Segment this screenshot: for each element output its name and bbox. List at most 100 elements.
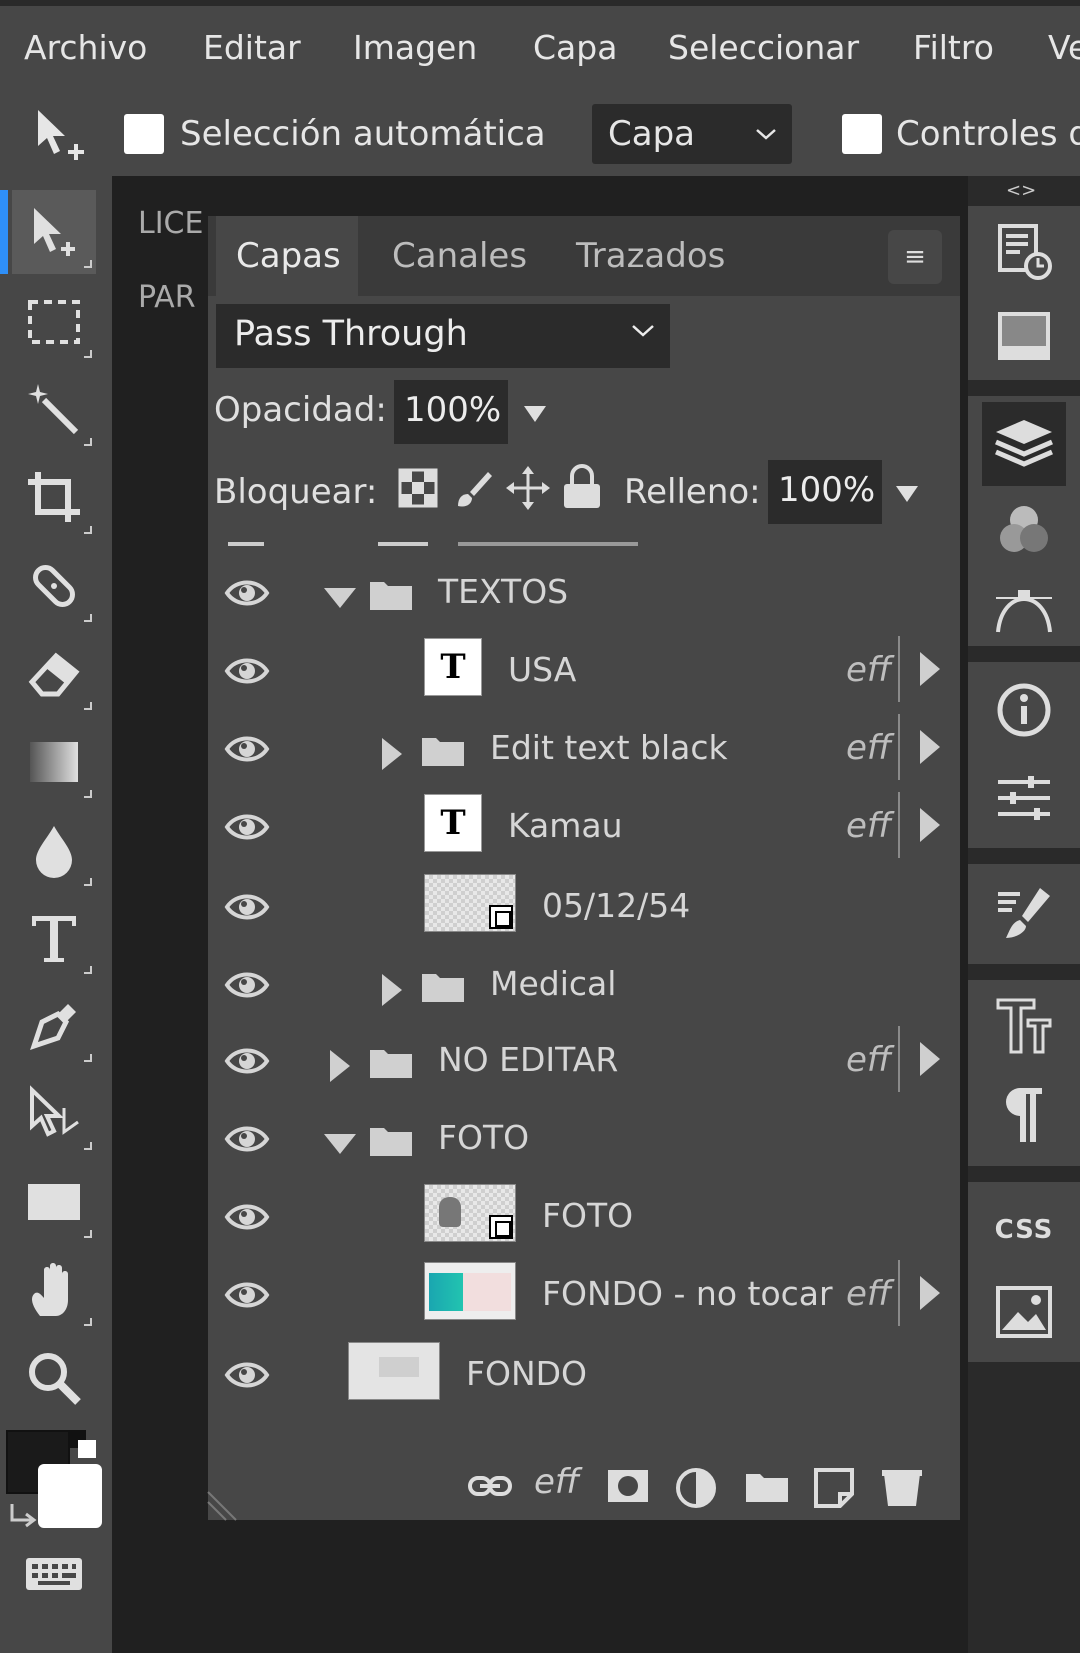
pen-tool[interactable] (12, 984, 96, 1068)
info-panel-button[interactable] (990, 676, 1058, 744)
blend-mode-dropdown[interactable]: Pass Through (216, 304, 670, 368)
panel-menu-button[interactable]: ≡ (888, 230, 942, 284)
layer-effects-label[interactable]: eff (846, 1274, 891, 1314)
layer-row[interactable]: T Kamau eff (208, 788, 960, 866)
brush-panel-button[interactable] (990, 880, 1058, 948)
resize-grip-icon[interactable] (204, 1488, 240, 1524)
collapse-arrows-icon[interactable]: <> (1006, 180, 1036, 201)
menu-capa[interactable]: Capa (533, 28, 617, 67)
delete-layer-trash-icon[interactable] (880, 1466, 924, 1510)
collapse-triangle-icon[interactable] (322, 580, 358, 616)
layer-effects-label[interactable]: eff (846, 806, 891, 846)
visibility-eye-icon[interactable] (224, 1358, 270, 1392)
layer-row[interactable]: T USA eff (208, 632, 960, 710)
layer-row[interactable]: TEXTOS (208, 554, 960, 632)
expand-triangle-icon[interactable] (322, 1048, 358, 1084)
blur-tool[interactable] (12, 808, 96, 892)
layer-effects-label[interactable]: eff (846, 650, 891, 690)
background-color-swatch[interactable] (38, 1464, 102, 1528)
transform-controls-checkbox[interactable] (842, 114, 882, 154)
adjustment-layer-icon[interactable] (674, 1466, 718, 1510)
visibility-eye-icon[interactable] (224, 1044, 270, 1078)
shape-tool[interactable] (12, 1160, 96, 1244)
opacity-dropdown-arrow-icon[interactable] (524, 406, 546, 422)
adjustments-panel-button[interactable] (990, 764, 1058, 832)
effects-expand-arrow-icon[interactable] (920, 1276, 940, 1310)
layers-panel-button[interactable] (982, 402, 1066, 486)
crop-tool[interactable] (12, 456, 96, 540)
tab-capas[interactable]: Capas (216, 216, 358, 296)
layer-row[interactable]: FOTO (208, 1178, 960, 1256)
type-tool[interactable] (12, 896, 96, 980)
default-colors-icon[interactable] (8, 1500, 38, 1530)
effects-expand-arrow-icon[interactable] (920, 808, 940, 842)
history-panel-button[interactable] (990, 218, 1058, 286)
visibility-eye-icon[interactable] (224, 1200, 270, 1234)
auto-select-checkbox[interactable] (124, 114, 164, 154)
visibility-eye-icon[interactable] (224, 890, 270, 924)
effects-expand-arrow-icon[interactable] (920, 730, 940, 764)
layer-effects-button[interactable]: eff (534, 1462, 579, 1502)
eraser-tool[interactable] (12, 632, 96, 716)
tab-trazados[interactable]: Trazados (576, 216, 725, 296)
keyboard-button[interactable] (20, 1550, 90, 1600)
opacity-input[interactable]: 100% (394, 380, 508, 444)
visibility-eye-icon[interactable] (224, 576, 270, 610)
add-mask-icon[interactable] (606, 1466, 650, 1506)
healing-tool[interactable] (12, 544, 96, 628)
hand-tool[interactable] (12, 1248, 96, 1332)
move-tool[interactable] (12, 190, 96, 274)
layer-row[interactable]: FONDO - no tocar eff (208, 1256, 960, 1334)
visibility-eye-icon[interactable] (224, 968, 270, 1002)
swatches-panel-button[interactable] (990, 302, 1058, 370)
fill-input[interactable]: 100% (768, 460, 882, 524)
menu-ver[interactable]: Ve (1048, 28, 1080, 67)
layer-row[interactable]: FOTO (208, 1100, 960, 1178)
character-panel-button[interactable] (990, 994, 1058, 1062)
effects-expand-arrow-icon[interactable] (920, 652, 940, 686)
magic-wand-tool[interactable] (12, 368, 96, 452)
menu-archivo[interactable]: Archivo (24, 28, 147, 67)
effects-expand-arrow-icon[interactable] (920, 1042, 940, 1076)
swap-colors-icon[interactable] (68, 1430, 98, 1460)
layer-row[interactable]: Medical (208, 946, 960, 1024)
layer-row[interactable]: FONDO (208, 1336, 960, 1414)
visibility-eye-icon[interactable] (224, 810, 270, 844)
zoom-tool[interactable] (12, 1336, 96, 1420)
channels-panel-button[interactable] (990, 496, 1058, 564)
paths-panel-button[interactable] (990, 574, 1058, 642)
marquee-tool[interactable] (12, 280, 96, 364)
new-layer-icon[interactable] (812, 1466, 856, 1510)
path-select-tool[interactable] (12, 1072, 96, 1156)
menu-seleccionar[interactable]: Seleccionar (668, 28, 859, 67)
new-group-folder-icon[interactable] (744, 1466, 790, 1506)
layer-row[interactable]: 05/12/54 (208, 868, 960, 946)
layer-effects-label[interactable]: eff (846, 728, 891, 768)
visibility-eye-icon[interactable] (224, 1122, 270, 1156)
layer-effects-label[interactable]: eff (846, 1040, 891, 1080)
lock-transparency-icon[interactable] (396, 466, 440, 510)
visibility-eye-icon[interactable] (224, 654, 270, 688)
lock-position-move-icon[interactable] (504, 464, 552, 512)
gradient-tool[interactable] (12, 720, 96, 804)
visibility-eye-icon[interactable] (224, 1278, 270, 1312)
fill-dropdown-arrow-icon[interactable] (896, 486, 918, 502)
collapse-triangle-icon[interactable] (322, 1126, 358, 1162)
auto-select-target-dropdown[interactable]: Capa (592, 104, 792, 164)
menu-imagen[interactable]: Imagen (353, 28, 477, 67)
lock-pixels-brush-icon[interactable] (452, 466, 496, 510)
image-panel-button[interactable] (990, 1278, 1058, 1346)
link-layers-icon[interactable] (466, 1466, 514, 1506)
paragraph-panel-button[interactable] (990, 1080, 1058, 1148)
expand-triangle-icon[interactable] (374, 736, 410, 772)
expand-triangle-icon[interactable] (374, 972, 410, 1008)
css-panel-button[interactable]: CSS (990, 1196, 1058, 1264)
color-swatches[interactable] (0, 1430, 112, 1550)
layer-row[interactable]: NO EDITAR eff (208, 1022, 960, 1100)
lock-all-padlock-icon[interactable] (560, 462, 604, 510)
visibility-eye-icon[interactable] (224, 732, 270, 766)
tab-canales[interactable]: Canales (392, 216, 527, 296)
menu-editar[interactable]: Editar (203, 28, 301, 67)
menu-filtro[interactable]: Filtro (913, 28, 994, 67)
layer-row[interactable]: Edit text black eff (208, 710, 960, 788)
